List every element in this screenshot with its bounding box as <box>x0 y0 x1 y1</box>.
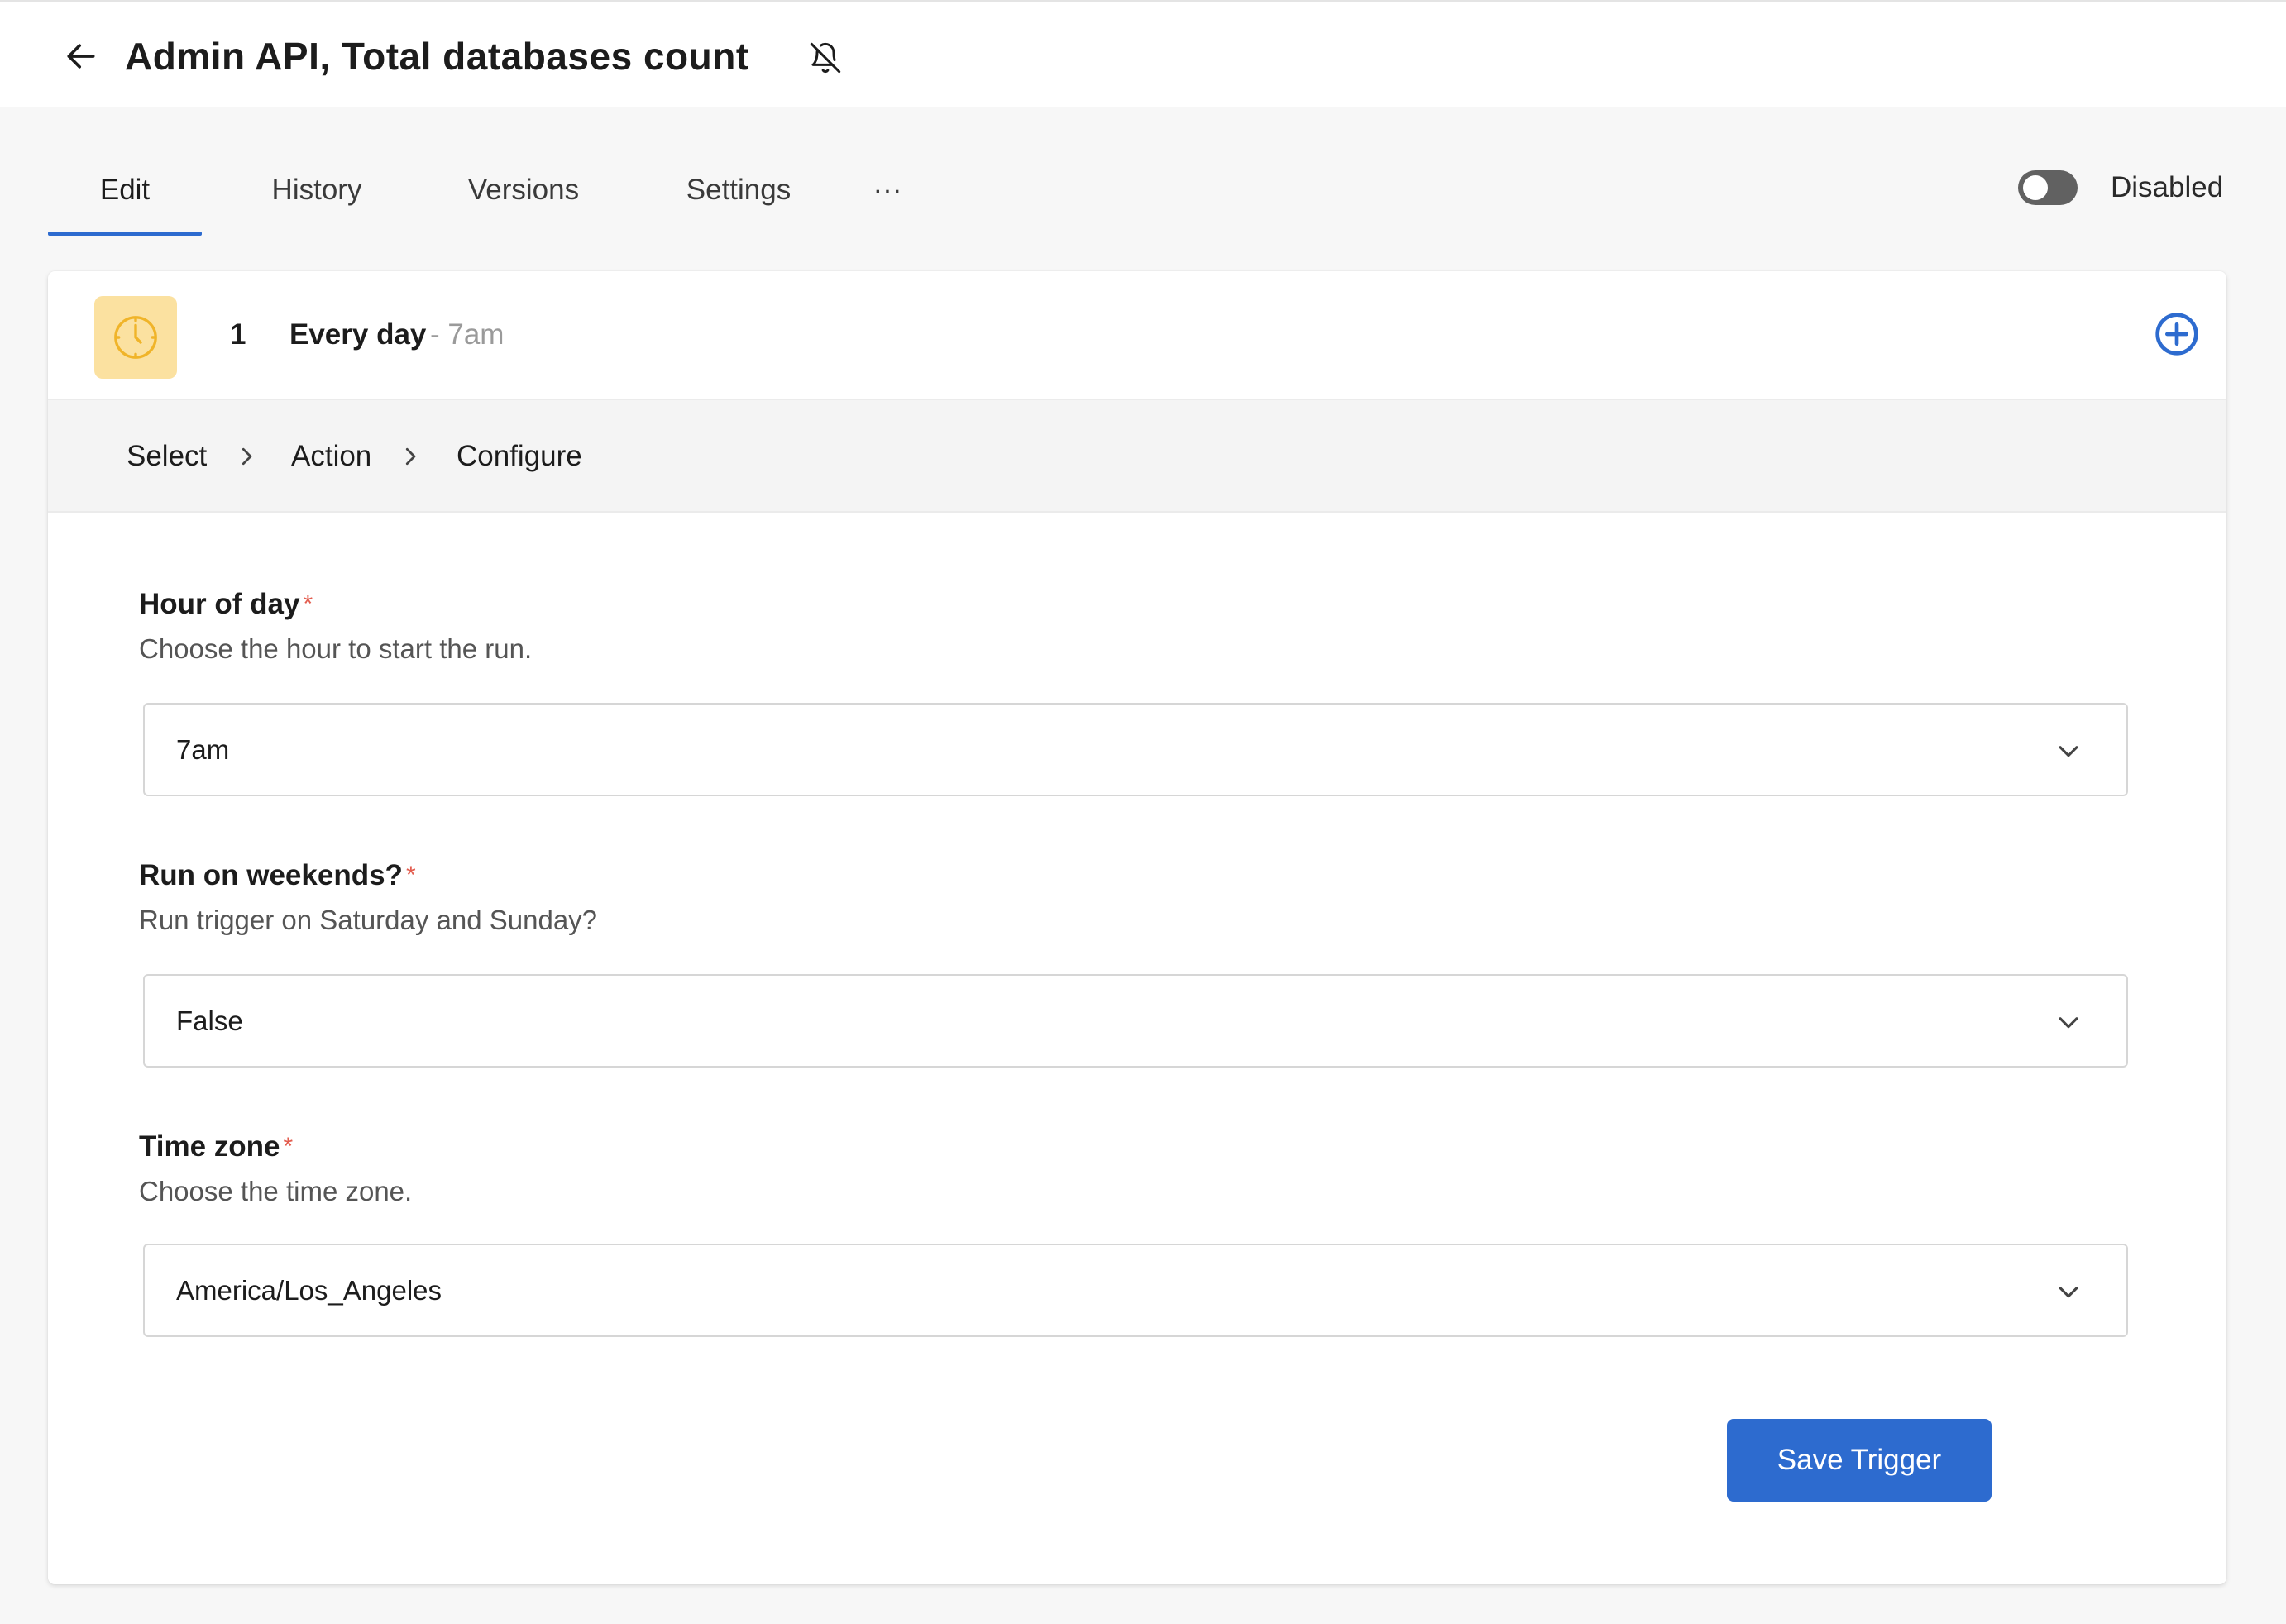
run-on-weekends-help: Run trigger on Saturday and Sunday? <box>139 905 598 935</box>
chevron-down-icon <box>2052 1275 2085 1308</box>
time-zone-select[interactable]: America/Los_Angeles <box>143 1244 2128 1337</box>
step-header[interactable]: 1 Every day - 7am <box>48 271 2226 400</box>
hour-of-day-label: Hour of day * <box>139 584 313 625</box>
plus-circle-icon <box>2155 313 2198 356</box>
tab-edit[interactable]: Edit <box>48 153 202 236</box>
tab-history[interactable]: History <box>246 153 387 236</box>
required-mark: * <box>303 590 313 618</box>
notifications-toggle-button[interactable] <box>801 33 850 83</box>
save-trigger-button[interactable]: Save Trigger <box>1727 1419 1992 1502</box>
breadcrumb-configure[interactable]: Configure <box>457 433 582 480</box>
select-value: 7am <box>176 734 230 765</box>
field-label-text: Run on weekends? <box>139 859 403 891</box>
step-app-badge <box>94 296 177 379</box>
run-on-weekends-label: Run on weekends? * <box>139 855 416 896</box>
chevron-right-icon <box>395 442 425 471</box>
page-title: Admin API, Total databases count <box>125 35 749 78</box>
step-number: 1 <box>230 318 246 351</box>
trigger-step-card: 1 Every day - 7am Select Action Configur… <box>48 271 2226 1584</box>
page-header: Admin API, Total databases count <box>0 0 2286 107</box>
chevron-down-icon <box>2052 1005 2085 1039</box>
tab-settings[interactable]: Settings <box>660 153 817 236</box>
toggle-label: Disabled <box>2111 171 2224 203</box>
time-zone-help: Choose the time zone. <box>139 1176 413 1206</box>
select-value: America/Los_Angeles <box>176 1275 442 1306</box>
tab-more[interactable]: ··· <box>854 153 921 236</box>
step-subtitle: - 7am <box>430 318 505 351</box>
tab-versions[interactable]: Versions <box>445 153 602 236</box>
arrow-left-icon <box>67 44 95 69</box>
field-label-text: Hour of day <box>139 588 300 620</box>
active-tab-indicator <box>48 232 202 236</box>
select-value: False <box>176 1005 243 1036</box>
clock-icon <box>114 316 157 359</box>
bell-off-icon <box>810 42 841 74</box>
enabled-toggle[interactable] <box>2018 170 2078 205</box>
hour-of-day-help: Choose the hour to start the run. <box>139 633 533 664</box>
field-label-text: Time zone <box>139 1130 280 1163</box>
time-zone-label: Time zone * <box>139 1126 293 1168</box>
chevron-down-icon <box>2052 734 2085 767</box>
add-step-button[interactable] <box>2152 309 2202 359</box>
hour-of-day-select[interactable]: 7am <box>143 703 2128 796</box>
back-button[interactable] <box>56 31 106 81</box>
toggle-knob <box>2023 175 2048 200</box>
breadcrumb-select[interactable]: Select <box>127 433 207 480</box>
chevron-right-icon <box>232 442 261 471</box>
required-mark: * <box>283 1133 294 1160</box>
required-mark: * <box>405 862 416 889</box>
step-title: Every day <box>289 318 427 351</box>
step-breadcrumb: Select Action Configure <box>48 400 2226 513</box>
breadcrumb-action[interactable]: Action <box>291 433 371 480</box>
run-on-weekends-select[interactable]: False <box>143 974 2128 1068</box>
